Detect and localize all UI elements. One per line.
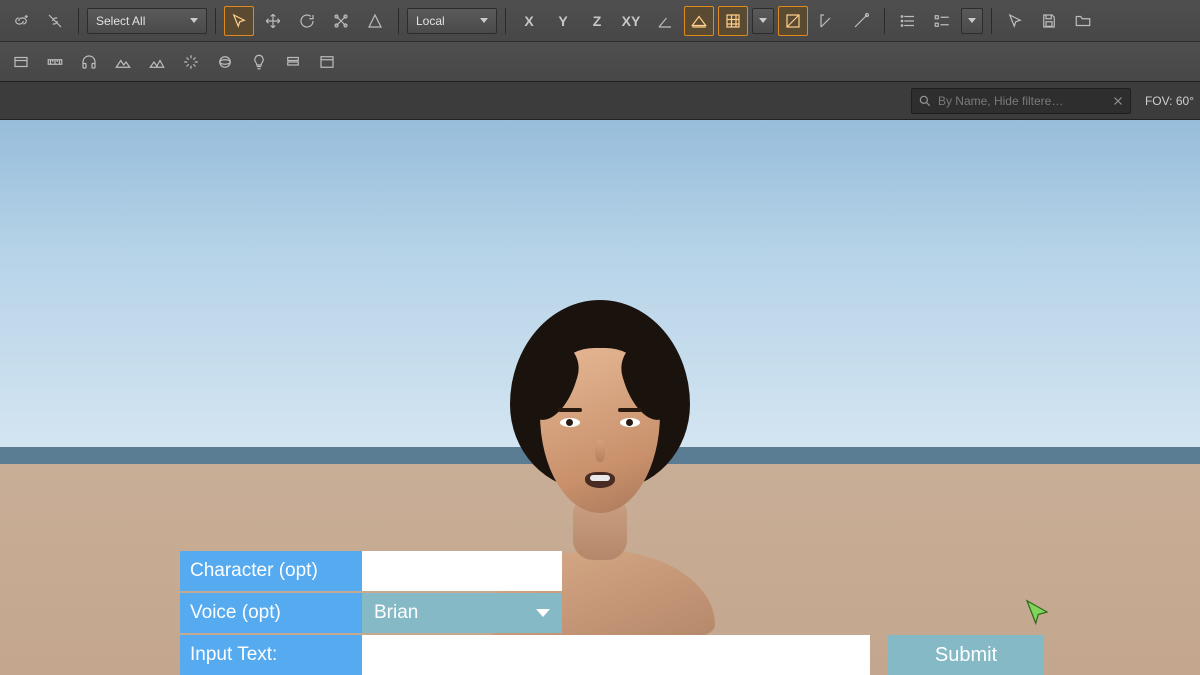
snap-bounds-icon[interactable] xyxy=(778,6,808,36)
input-text-row: Input Text: Submit xyxy=(180,635,1044,675)
save-icon[interactable] xyxy=(1034,6,1064,36)
separator xyxy=(884,8,885,34)
scale-tool-icon[interactable] xyxy=(326,6,356,36)
snap-edge-icon[interactable] xyxy=(812,6,842,36)
chevron-down-icon xyxy=(759,18,767,23)
input-text-field[interactable] xyxy=(362,635,870,675)
particles-icon[interactable] xyxy=(176,47,206,77)
link-add-icon[interactable] xyxy=(6,6,36,36)
move-tool-icon[interactable] xyxy=(258,6,288,36)
viewport-cursor-icon xyxy=(1022,597,1052,627)
snap-grid-icon[interactable] xyxy=(718,6,748,36)
transform-tool-icon[interactable] xyxy=(360,6,390,36)
character-eye-right xyxy=(620,418,640,427)
pointer-tool-icon[interactable] xyxy=(224,6,254,36)
axis-xy-button[interactable]: XY xyxy=(616,6,646,36)
separator xyxy=(78,8,79,34)
snap-surface-icon[interactable] xyxy=(684,6,714,36)
voice-value: Brian xyxy=(374,602,418,624)
chevron-down-icon xyxy=(968,18,976,23)
unlink-icon[interactable] xyxy=(40,6,70,36)
input-text-label: Input Text: xyxy=(180,635,362,675)
axis-z-button[interactable]: Z xyxy=(582,6,612,36)
window-icon[interactable] xyxy=(312,47,342,77)
list-detail-icon[interactable] xyxy=(927,6,957,36)
character-input[interactable] xyxy=(362,551,562,591)
category-icon[interactable] xyxy=(6,47,36,77)
snap-angle-icon[interactable] xyxy=(650,6,680,36)
terrain-icon[interactable] xyxy=(108,47,138,77)
cursor-icon[interactable] xyxy=(1000,6,1030,36)
viewport-3d[interactable]: Character (opt) Voice (opt) Brian Input … xyxy=(0,120,1200,675)
character-label: Character (opt) xyxy=(180,551,362,591)
toolbar-row-1: Select All Local X Y Z XY xyxy=(0,0,1200,42)
axis-y-button[interactable]: Y xyxy=(548,6,578,36)
lightbulb-icon[interactable] xyxy=(244,47,274,77)
fov-label: FOV: 60° xyxy=(1145,94,1194,108)
character-eye-left xyxy=(560,418,580,427)
select-all-dropdown[interactable]: Select All xyxy=(87,8,207,34)
list-icon[interactable] xyxy=(893,6,923,36)
separator xyxy=(505,8,506,34)
ruler-icon[interactable] xyxy=(40,47,70,77)
search-input[interactable] xyxy=(938,94,1106,108)
chevron-down-icon xyxy=(480,18,488,23)
layers-icon[interactable] xyxy=(278,47,308,77)
search-icon xyxy=(918,94,932,108)
submit-label: Submit xyxy=(935,644,997,667)
tts-panel: Character (opt) Voice (opt) Brian Input … xyxy=(180,551,1044,675)
toolbar-row-2 xyxy=(0,42,1200,82)
snap-grid-options[interactable] xyxy=(752,8,774,34)
separator xyxy=(991,8,992,34)
separator xyxy=(215,8,216,34)
character-mouth xyxy=(585,472,615,488)
search-box[interactable] xyxy=(911,88,1131,114)
rotate-tool-icon[interactable] xyxy=(292,6,322,36)
toolbar-row-3: FOV: 60° xyxy=(0,82,1200,120)
clear-search-icon[interactable] xyxy=(1112,95,1124,107)
character-brow-right xyxy=(618,408,642,412)
list-options[interactable] xyxy=(961,8,983,34)
separator xyxy=(398,8,399,34)
coordinate-space-dropdown[interactable]: Local xyxy=(407,8,497,34)
submit-button[interactable]: Submit xyxy=(888,635,1044,675)
voice-label: Voice (opt) xyxy=(180,593,362,633)
chevron-down-icon xyxy=(536,609,550,617)
character-row: Character (opt) xyxy=(180,551,1044,591)
landscape-icon[interactable] xyxy=(142,47,172,77)
character-brow-left xyxy=(558,408,582,412)
coordinate-space-label: Local xyxy=(416,14,445,28)
folder-icon[interactable] xyxy=(1068,6,1098,36)
sphere-icon[interactable] xyxy=(210,47,240,77)
character-nose xyxy=(595,440,605,462)
snap-vertex-icon[interactable] xyxy=(846,6,876,36)
select-all-label: Select All xyxy=(96,14,145,28)
voice-dropdown[interactable]: Brian xyxy=(362,593,562,633)
axis-x-button[interactable]: X xyxy=(514,6,544,36)
headphones-icon[interactable] xyxy=(74,47,104,77)
chevron-down-icon xyxy=(190,18,198,23)
voice-row: Voice (opt) Brian xyxy=(180,593,1044,633)
